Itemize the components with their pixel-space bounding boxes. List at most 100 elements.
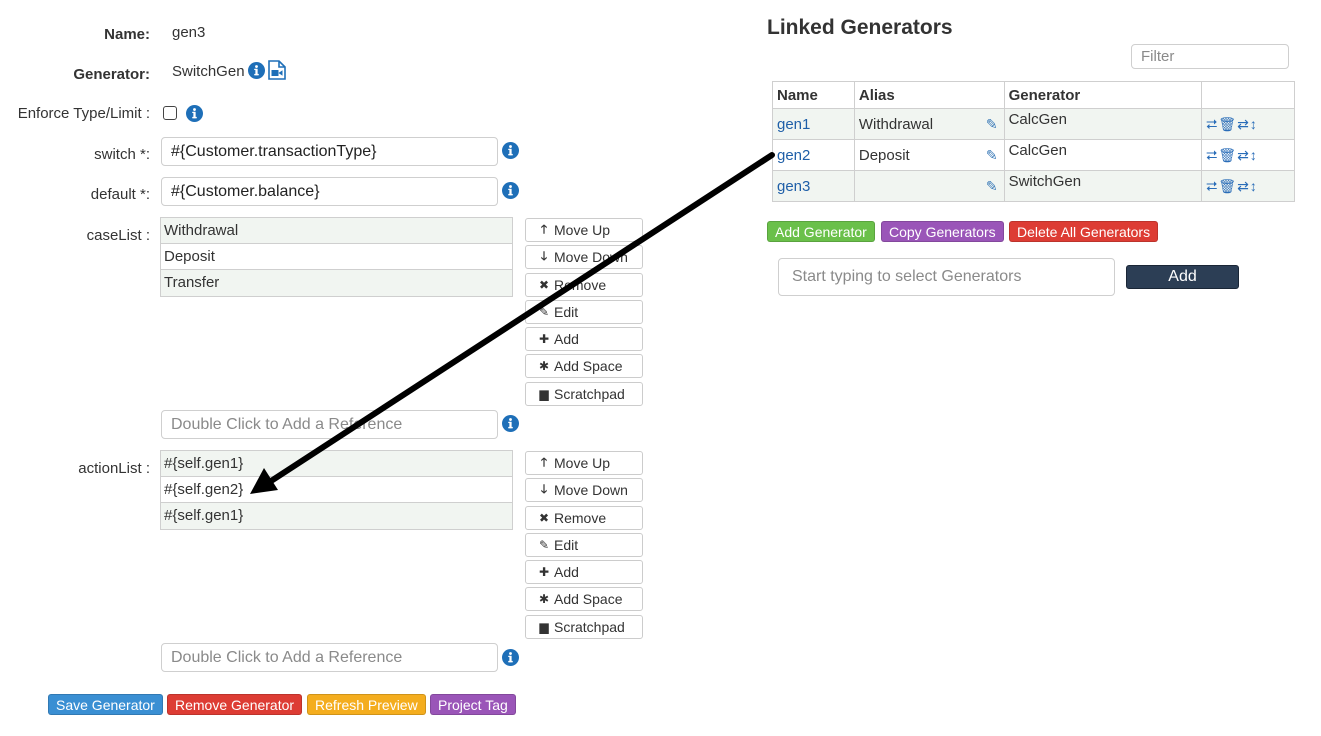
- table-row: gen2 Deposit ✎ CalcGen ⮂🗑⇄↕: [772, 139, 1295, 171]
- generator-value: SwitchGen: [172, 63, 245, 80]
- generator-label: Generator:: [73, 66, 150, 83]
- table-row: gen1 Withdrawal ✎ CalcGen ⮂🗑⇄↕: [772, 108, 1295, 140]
- switch-label: switch *:: [94, 146, 150, 163]
- copy-generators-button[interactable]: Copy Generators: [881, 221, 1004, 242]
- list-item[interactable]: Deposit: [161, 244, 512, 270]
- save-generator-button[interactable]: Save Generator: [48, 694, 163, 715]
- info-icon[interactable]: [502, 182, 519, 199]
- pencil-icon[interactable]: ✎: [986, 116, 998, 133]
- row-actions: ⮂🗑⇄↕: [1201, 139, 1295, 171]
- caselist-buttons: 🡑 Move Up 🡓 Move Down ✖ Remove ✎ Edit ✚ Add ✱…: [525, 218, 643, 409]
- caselist-box[interactable]: Withdrawal Deposit Transfer: [160, 217, 513, 297]
- trash-icon[interactable]: 🗑: [1218, 147, 1237, 163]
- generator-cell: CalcGen: [1003, 108, 1203, 140]
- project-tag-button[interactable]: Project Tag: [430, 694, 516, 715]
- column-header-name[interactable]: Name: [772, 81, 855, 109]
- table-header-row: Name Alias Generator: [772, 81, 1295, 109]
- list-item[interactable]: Transfer: [161, 270, 512, 296]
- move-down-button[interactable]: 🡓 Move Down: [525, 478, 643, 503]
- list-item[interactable]: Withdrawal: [161, 218, 512, 244]
- pencil-icon: ✎: [538, 537, 550, 552]
- file-icon: ▆: [539, 619, 549, 634]
- asterisk-icon: ✱: [538, 592, 550, 607]
- plus-icon: ✚: [538, 565, 550, 580]
- default-input[interactable]: [161, 177, 498, 206]
- pencil-icon[interactable]: ✎: [986, 147, 998, 164]
- table-row: gen3 ✎ SwitchGen ⮂🗑⇄↕: [772, 170, 1295, 202]
- clone-icon[interactable]: ⮂: [1206, 116, 1218, 132]
- pencil-icon: ✎: [538, 304, 550, 319]
- name-label: Name:: [104, 26, 150, 43]
- generator-name-link[interactable]: gen1: [772, 108, 855, 140]
- vertical-arrows-icon[interactable]: ↕: [1250, 116, 1258, 132]
- add-generator-button[interactable]: Add Generator: [767, 221, 875, 242]
- actionlist-buttons: 🡑 Move Up 🡓 Move Down ✖ Remove ✎ Edit ✚ Add ✱…: [525, 451, 643, 642]
- add-button[interactable]: ✚ Add: [525, 560, 643, 585]
- remove-x-icon: ✖: [538, 277, 550, 292]
- clone-icon[interactable]: ⮂: [1206, 178, 1218, 194]
- remove-generator-button[interactable]: Remove Generator: [167, 694, 303, 715]
- actionlist-label: actionList :: [78, 460, 150, 477]
- delete-all-generators-button[interactable]: Delete All Generators: [1009, 221, 1159, 242]
- actionlist-reference-input[interactable]: [161, 643, 498, 672]
- column-header-generator[interactable]: Generator: [1003, 81, 1203, 109]
- alias-cell: Withdrawal ✎: [853, 108, 1005, 140]
- move-up-button[interactable]: 🡑 Move Up: [525, 218, 643, 242]
- add-space-button[interactable]: ✱ Add Space: [525, 587, 643, 612]
- info-icon[interactable]: [248, 62, 265, 79]
- actionlist-box[interactable]: #{self.gen1} #{self.gen2} #{self.gen1}: [160, 450, 513, 530]
- scratchpad-button[interactable]: ▆ Scratchpad: [525, 614, 643, 639]
- vertical-arrows-icon[interactable]: ↕: [1250, 147, 1258, 163]
- move-down-button[interactable]: 🡓 Move Down: [525, 245, 643, 270]
- arrow-up-icon: 🡑: [540, 454, 548, 469]
- generator-cell: SwitchGen: [1003, 170, 1203, 202]
- generator-name-link[interactable]: gen3: [772, 170, 855, 202]
- list-item[interactable]: #{self.gen2}: [161, 477, 512, 503]
- swap-icon[interactable]: ⇄: [1237, 178, 1250, 194]
- info-icon[interactable]: [502, 649, 519, 666]
- scratchpad-button[interactable]: ▆ Scratchpad: [525, 381, 643, 406]
- trash-icon[interactable]: 🗑: [1218, 178, 1237, 194]
- move-up-button[interactable]: 🡑 Move Up: [525, 451, 643, 475]
- file-icon: ▆: [539, 386, 549, 401]
- plus-icon: ✚: [538, 332, 550, 347]
- edit-button[interactable]: ✎ Edit: [525, 299, 643, 324]
- list-item[interactable]: #{self.gen1}: [161, 503, 512, 529]
- row-actions: ⮂🗑⇄↕: [1201, 170, 1295, 202]
- arrow-down-icon: 🡓: [540, 248, 548, 263]
- video-doc-icon[interactable]: [268, 60, 286, 80]
- arrow-up-icon: 🡑: [540, 221, 548, 236]
- generator-cell: CalcGen: [1003, 139, 1203, 171]
- swap-icon[interactable]: ⇄: [1237, 147, 1250, 163]
- column-header-alias[interactable]: Alias: [853, 81, 1005, 109]
- default-label: default *:: [90, 186, 150, 203]
- caselist-reference-input[interactable]: [161, 410, 498, 439]
- asterisk-icon: ✱: [538, 359, 550, 374]
- add-space-button[interactable]: ✱ Add Space: [525, 354, 643, 379]
- clone-icon[interactable]: ⮂: [1206, 147, 1218, 163]
- info-icon[interactable]: [502, 142, 519, 159]
- generator-name-link[interactable]: gen2: [772, 139, 855, 171]
- add-selected-generator-button[interactable]: Add: [1126, 265, 1239, 289]
- list-item[interactable]: #{self.gen1}: [161, 451, 512, 477]
- info-icon[interactable]: [502, 415, 519, 432]
- alias-cell: Deposit ✎: [853, 139, 1005, 171]
- alias-cell: ✎: [853, 170, 1005, 202]
- vertical-arrows-icon[interactable]: ↕: [1250, 178, 1258, 194]
- refresh-preview-button[interactable]: Refresh Preview: [307, 694, 426, 715]
- pencil-icon[interactable]: ✎: [986, 178, 998, 195]
- info-icon[interactable]: [186, 105, 203, 122]
- switch-input[interactable]: [161, 137, 498, 166]
- remove-button[interactable]: ✖ Remove: [525, 505, 643, 530]
- remove-button[interactable]: ✖ Remove: [525, 272, 643, 297]
- name-value: gen3: [172, 24, 206, 41]
- linked-generators-table: Name Alias Generator gen1 Withdrawal ✎ Ca…: [772, 81, 1295, 202]
- filter-input[interactable]: [1131, 44, 1289, 69]
- select-generators-input[interactable]: [778, 258, 1115, 296]
- edit-button[interactable]: ✎ Edit: [525, 532, 643, 557]
- swap-icon[interactable]: ⇄: [1237, 116, 1250, 132]
- enforce-checkbox[interactable]: [163, 106, 177, 120]
- trash-icon[interactable]: 🗑: [1218, 116, 1237, 132]
- add-button[interactable]: ✚ Add: [525, 327, 643, 352]
- linked-generators-title: Linked Generators: [767, 16, 953, 39]
